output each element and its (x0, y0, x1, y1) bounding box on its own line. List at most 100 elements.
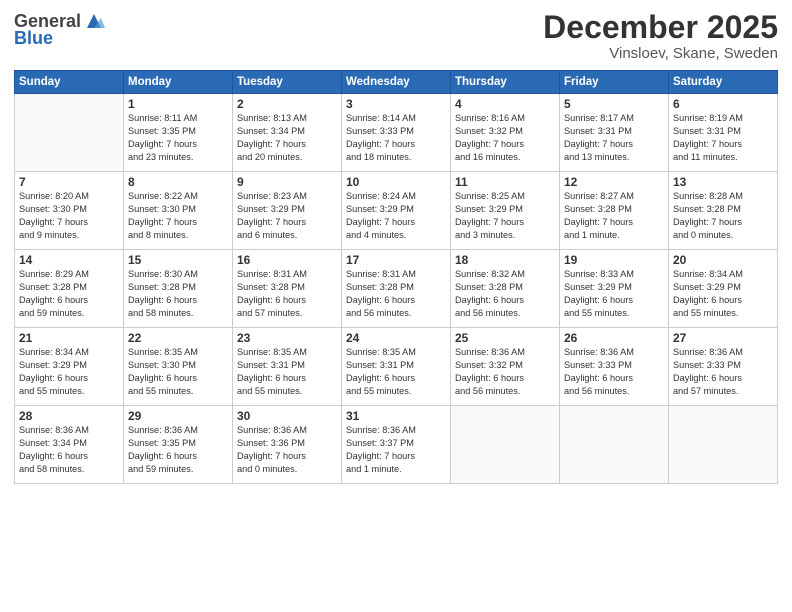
day-info: Sunrise: 8:33 AM Sunset: 3:29 PM Dayligh… (564, 268, 664, 320)
title-block: December 2025 Vinsloev, Skane, Sweden (543, 10, 778, 62)
weekday-header-cell: Wednesday (342, 71, 451, 94)
calendar-day-cell: 28Sunrise: 8:36 AM Sunset: 3:34 PM Dayli… (15, 406, 124, 484)
day-info: Sunrise: 8:35 AM Sunset: 3:31 PM Dayligh… (346, 346, 446, 398)
calendar-week-row: 21Sunrise: 8:34 AM Sunset: 3:29 PM Dayli… (15, 328, 778, 406)
day-info: Sunrise: 8:30 AM Sunset: 3:28 PM Dayligh… (128, 268, 228, 320)
day-number: 9 (237, 175, 337, 189)
day-number: 3 (346, 97, 446, 111)
calendar-day-cell: 19Sunrise: 8:33 AM Sunset: 3:29 PM Dayli… (560, 250, 669, 328)
calendar-week-row: 7Sunrise: 8:20 AM Sunset: 3:30 PM Daylig… (15, 172, 778, 250)
calendar-day-cell: 9Sunrise: 8:23 AM Sunset: 3:29 PM Daylig… (233, 172, 342, 250)
calendar-day-cell: 2Sunrise: 8:13 AM Sunset: 3:34 PM Daylig… (233, 94, 342, 172)
calendar-day-cell: 11Sunrise: 8:25 AM Sunset: 3:29 PM Dayli… (451, 172, 560, 250)
calendar-week-row: 28Sunrise: 8:36 AM Sunset: 3:34 PM Dayli… (15, 406, 778, 484)
calendar-day-cell: 29Sunrise: 8:36 AM Sunset: 3:35 PM Dayli… (124, 406, 233, 484)
calendar-day-cell: 6Sunrise: 8:19 AM Sunset: 3:31 PM Daylig… (669, 94, 778, 172)
calendar-day-cell: 12Sunrise: 8:27 AM Sunset: 3:28 PM Dayli… (560, 172, 669, 250)
day-info: Sunrise: 8:36 AM Sunset: 3:34 PM Dayligh… (19, 424, 119, 476)
logo-icon (83, 10, 105, 32)
day-info: Sunrise: 8:34 AM Sunset: 3:29 PM Dayligh… (19, 346, 119, 398)
weekday-header-cell: Sunday (15, 71, 124, 94)
day-info: Sunrise: 8:29 AM Sunset: 3:28 PM Dayligh… (19, 268, 119, 320)
calendar-day-cell: 25Sunrise: 8:36 AM Sunset: 3:32 PM Dayli… (451, 328, 560, 406)
calendar-day-cell: 1Sunrise: 8:11 AM Sunset: 3:35 PM Daylig… (124, 94, 233, 172)
day-number: 29 (128, 409, 228, 423)
logo: General Blue (14, 10, 107, 49)
calendar-day-cell: 18Sunrise: 8:32 AM Sunset: 3:28 PM Dayli… (451, 250, 560, 328)
calendar-week-row: 14Sunrise: 8:29 AM Sunset: 3:28 PM Dayli… (15, 250, 778, 328)
day-number: 14 (19, 253, 119, 267)
day-number: 7 (19, 175, 119, 189)
calendar-day-cell: 5Sunrise: 8:17 AM Sunset: 3:31 PM Daylig… (560, 94, 669, 172)
calendar-day-cell: 15Sunrise: 8:30 AM Sunset: 3:28 PM Dayli… (124, 250, 233, 328)
day-info: Sunrise: 8:27 AM Sunset: 3:28 PM Dayligh… (564, 190, 664, 242)
day-number: 26 (564, 331, 664, 345)
day-number: 4 (455, 97, 555, 111)
calendar-day-cell: 4Sunrise: 8:16 AM Sunset: 3:32 PM Daylig… (451, 94, 560, 172)
day-info: Sunrise: 8:14 AM Sunset: 3:33 PM Dayligh… (346, 112, 446, 164)
calendar-day-cell (560, 406, 669, 484)
day-info: Sunrise: 8:22 AM Sunset: 3:30 PM Dayligh… (128, 190, 228, 242)
day-info: Sunrise: 8:16 AM Sunset: 3:32 PM Dayligh… (455, 112, 555, 164)
day-number: 8 (128, 175, 228, 189)
day-info: Sunrise: 8:36 AM Sunset: 3:33 PM Dayligh… (564, 346, 664, 398)
day-number: 31 (346, 409, 446, 423)
calendar-day-cell (669, 406, 778, 484)
day-info: Sunrise: 8:23 AM Sunset: 3:29 PM Dayligh… (237, 190, 337, 242)
calendar-day-cell: 23Sunrise: 8:35 AM Sunset: 3:31 PM Dayli… (233, 328, 342, 406)
day-info: Sunrise: 8:36 AM Sunset: 3:35 PM Dayligh… (128, 424, 228, 476)
calendar-day-cell (451, 406, 560, 484)
day-number: 5 (564, 97, 664, 111)
calendar-day-cell: 20Sunrise: 8:34 AM Sunset: 3:29 PM Dayli… (669, 250, 778, 328)
location-title: Vinsloev, Skane, Sweden (543, 45, 778, 62)
day-info: Sunrise: 8:31 AM Sunset: 3:28 PM Dayligh… (346, 268, 446, 320)
day-info: Sunrise: 8:34 AM Sunset: 3:29 PM Dayligh… (673, 268, 773, 320)
weekday-header-cell: Saturday (669, 71, 778, 94)
logo-blue: Blue (14, 28, 53, 49)
day-number: 11 (455, 175, 555, 189)
calendar-day-cell: 21Sunrise: 8:34 AM Sunset: 3:29 PM Dayli… (15, 328, 124, 406)
day-info: Sunrise: 8:17 AM Sunset: 3:31 PM Dayligh… (564, 112, 664, 164)
calendar-day-cell: 24Sunrise: 8:35 AM Sunset: 3:31 PM Dayli… (342, 328, 451, 406)
calendar-day-cell: 22Sunrise: 8:35 AM Sunset: 3:30 PM Dayli… (124, 328, 233, 406)
day-number: 15 (128, 253, 228, 267)
day-number: 27 (673, 331, 773, 345)
day-info: Sunrise: 8:32 AM Sunset: 3:28 PM Dayligh… (455, 268, 555, 320)
day-number: 16 (237, 253, 337, 267)
calendar-day-cell: 8Sunrise: 8:22 AM Sunset: 3:30 PM Daylig… (124, 172, 233, 250)
month-title: December 2025 (543, 10, 778, 45)
day-number: 17 (346, 253, 446, 267)
calendar-day-cell: 3Sunrise: 8:14 AM Sunset: 3:33 PM Daylig… (342, 94, 451, 172)
day-info: Sunrise: 8:13 AM Sunset: 3:34 PM Dayligh… (237, 112, 337, 164)
page-container: General Blue December 2025 Vinsloev, Ska… (0, 0, 792, 612)
weekday-header-cell: Monday (124, 71, 233, 94)
day-number: 25 (455, 331, 555, 345)
day-info: Sunrise: 8:36 AM Sunset: 3:32 PM Dayligh… (455, 346, 555, 398)
weekday-header-cell: Thursday (451, 71, 560, 94)
day-number: 13 (673, 175, 773, 189)
day-info: Sunrise: 8:28 AM Sunset: 3:28 PM Dayligh… (673, 190, 773, 242)
day-info: Sunrise: 8:20 AM Sunset: 3:30 PM Dayligh… (19, 190, 119, 242)
weekday-header-cell: Friday (560, 71, 669, 94)
calendar-table: SundayMondayTuesdayWednesdayThursdayFrid… (14, 70, 778, 484)
calendar-day-cell (15, 94, 124, 172)
calendar-day-cell: 26Sunrise: 8:36 AM Sunset: 3:33 PM Dayli… (560, 328, 669, 406)
header: General Blue December 2025 Vinsloev, Ska… (14, 10, 778, 62)
calendar-day-cell: 27Sunrise: 8:36 AM Sunset: 3:33 PM Dayli… (669, 328, 778, 406)
day-info: Sunrise: 8:19 AM Sunset: 3:31 PM Dayligh… (673, 112, 773, 164)
day-info: Sunrise: 8:36 AM Sunset: 3:37 PM Dayligh… (346, 424, 446, 476)
calendar-day-cell: 13Sunrise: 8:28 AM Sunset: 3:28 PM Dayli… (669, 172, 778, 250)
day-info: Sunrise: 8:24 AM Sunset: 3:29 PM Dayligh… (346, 190, 446, 242)
day-number: 20 (673, 253, 773, 267)
calendar-day-cell: 14Sunrise: 8:29 AM Sunset: 3:28 PM Dayli… (15, 250, 124, 328)
day-info: Sunrise: 8:31 AM Sunset: 3:28 PM Dayligh… (237, 268, 337, 320)
day-info: Sunrise: 8:36 AM Sunset: 3:33 PM Dayligh… (673, 346, 773, 398)
calendar-day-cell: 7Sunrise: 8:20 AM Sunset: 3:30 PM Daylig… (15, 172, 124, 250)
day-info: Sunrise: 8:36 AM Sunset: 3:36 PM Dayligh… (237, 424, 337, 476)
day-info: Sunrise: 8:11 AM Sunset: 3:35 PM Dayligh… (128, 112, 228, 164)
day-number: 23 (237, 331, 337, 345)
day-info: Sunrise: 8:35 AM Sunset: 3:30 PM Dayligh… (128, 346, 228, 398)
calendar-day-cell: 10Sunrise: 8:24 AM Sunset: 3:29 PM Dayli… (342, 172, 451, 250)
day-number: 22 (128, 331, 228, 345)
calendar-day-cell: 30Sunrise: 8:36 AM Sunset: 3:36 PM Dayli… (233, 406, 342, 484)
